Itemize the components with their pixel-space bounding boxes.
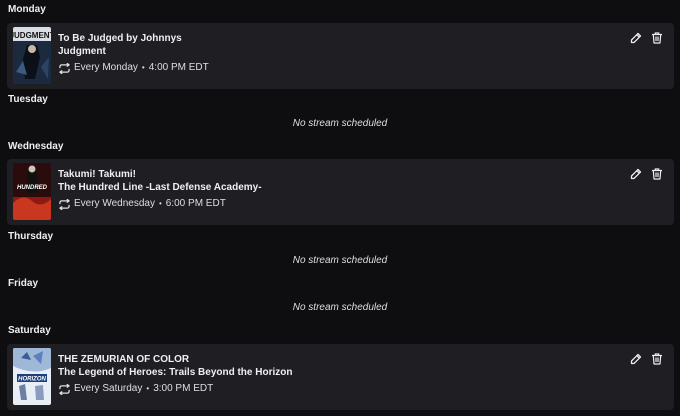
thumbnail-logo-text: HORIZON — [18, 377, 46, 383]
day-label-wednesday: Wednesday — [8, 141, 64, 152]
stream-title: Takumi! Takumi! — [58, 169, 136, 180]
stream-schedule: Monday JUDGMENT To Be Judged by Johnnys … — [0, 0, 680, 416]
delete-button[interactable] — [651, 168, 663, 180]
recurrence-text: Every Saturday — [74, 383, 143, 394]
stream-game: The Legend of Heroes: Trails Beyond the … — [58, 367, 293, 378]
edit-button[interactable] — [630, 353, 642, 365]
repeat-icon — [59, 198, 70, 210]
pencil-icon — [630, 168, 642, 180]
day-label-tuesday: Tuesday — [8, 94, 48, 105]
stream-thumbnail: HUNDRED — [13, 163, 51, 220]
repeat-icon — [59, 383, 70, 395]
stream-game: Judgment — [58, 46, 106, 57]
stream-title: To Be Judged by Johnnys — [58, 33, 182, 44]
delete-button[interactable] — [651, 353, 663, 365]
day-label-thursday: Thursday — [8, 231, 54, 242]
stream-title: THE ZEMURIAN OF COLOR — [58, 354, 190, 365]
thumbnail-logo-text: HUNDRED — [17, 185, 48, 191]
stream-recurrence: Every Monday • 4:00 PM EDT — [58, 61, 209, 75]
trash-icon — [652, 32, 662, 44]
day-label-monday: Monday — [8, 4, 46, 15]
empty-schedule-text: No stream scheduled — [292, 118, 388, 129]
separator-dot: • — [158, 199, 162, 208]
pencil-icon — [630, 353, 642, 365]
repeat-icon — [59, 62, 70, 74]
separator-dot: • — [141, 63, 145, 72]
stream-thumbnail: HORIZON — [13, 348, 51, 405]
day-label-friday: Friday — [8, 278, 39, 289]
edit-button[interactable] — [630, 168, 642, 180]
stream-card-saturday: HORIZON THE ZEMURIAN OF COLOR The Legend… — [7, 344, 674, 410]
recurrence-text: Every Wednesday — [74, 198, 155, 209]
stream-card-monday: JUDGMENT To Be Judged by Johnnys Judgmen… — [7, 23, 674, 89]
recurrence-text: Every Monday — [74, 62, 138, 73]
edit-button[interactable] — [630, 32, 642, 44]
thumbnail-logo-text: JUDGMENT — [13, 31, 51, 40]
stream-card-wednesday: HUNDRED Takumi! Takumi! The Hundred Line… — [7, 159, 674, 225]
stream-time: 4:00 PM EDT — [148, 62, 209, 73]
trash-icon — [652, 168, 662, 180]
trash-icon — [652, 353, 662, 365]
stream-game: The Hundred Line -Last Defense Academy- — [58, 182, 262, 193]
stream-recurrence: Every Wednesday • 6:00 PM EDT — [58, 197, 226, 211]
stream-recurrence: Every Saturday • 3:00 PM EDT — [58, 382, 213, 396]
day-label-saturday: Saturday — [8, 325, 51, 336]
separator-dot: • — [146, 384, 150, 393]
empty-schedule-text: No stream scheduled — [292, 302, 388, 313]
delete-button[interactable] — [651, 32, 663, 44]
empty-schedule-text: No stream scheduled — [292, 255, 388, 266]
stream-time: 6:00 PM EDT — [165, 198, 226, 209]
pencil-icon — [630, 32, 642, 44]
stream-thumbnail: JUDGMENT — [13, 27, 51, 84]
stream-time: 3:00 PM EDT — [153, 383, 214, 394]
